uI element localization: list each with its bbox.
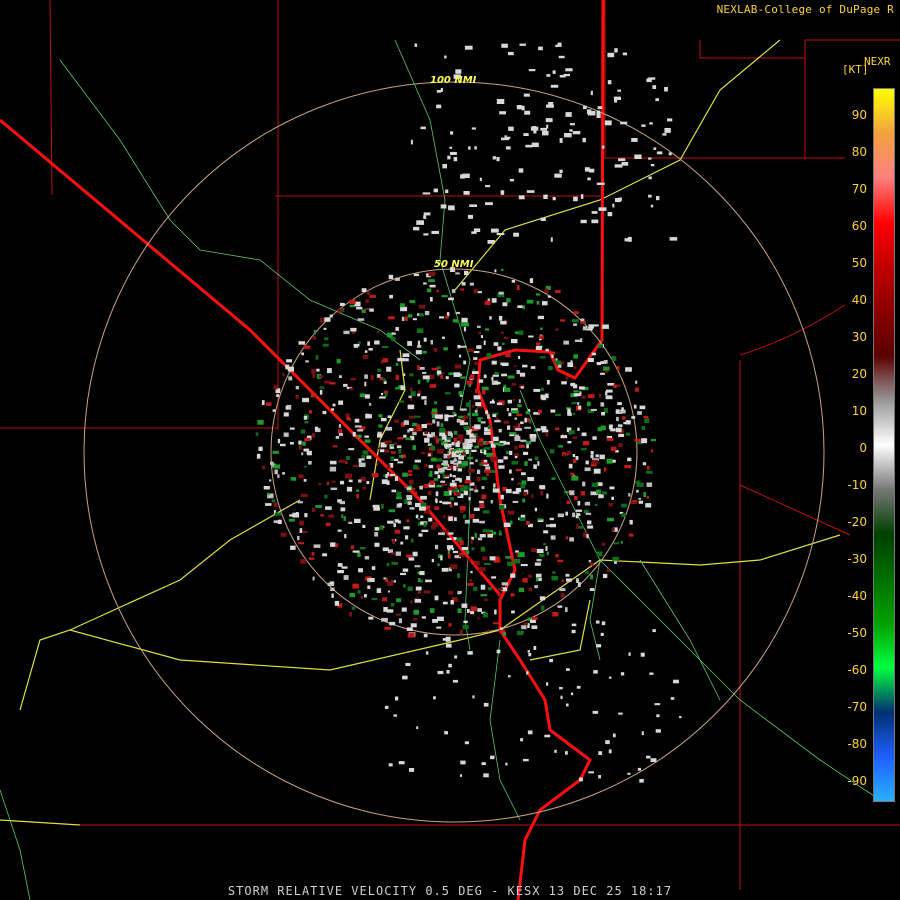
velocity-echoes [255,42,682,783]
color-scale-tick: 80 [851,145,867,159]
color-scale-tick: 20 [851,367,867,381]
color-scale-tick: -30 [847,552,867,566]
color-scale-tick: -90 [847,774,867,788]
color-scale-tick: -70 [847,700,867,714]
color-scale-tick: -50 [847,626,867,640]
color-scale-tick: -40 [847,589,867,603]
color-scale-bar [873,88,895,802]
color-scale-tick: -10 [847,478,867,492]
color-scale-tick: 10 [851,404,867,418]
radar-map-view: NEXLAB-College of DuPage R NEXR [KT] 100… [0,0,900,900]
color-scale-tick: 50 [851,256,867,270]
color-scale-tick: 0 [859,441,867,455]
color-scale-tick: 90 [851,108,867,122]
radar-map [0,0,900,900]
color-scale-tick: 40 [851,293,867,307]
unit-label: [KT] [842,63,869,76]
range-ring-label-outer: 100 NMI [430,75,477,86]
color-scale-tick: 30 [851,330,867,344]
credit-label: NEXLAB-College of DuPage R [716,3,894,16]
color-scale-tick: -60 [847,663,867,677]
color-scale-tick: 70 [851,182,867,196]
product-caption: STORM RELATIVE VELOCITY 0.5 DEG - KESX 1… [227,884,673,898]
color-scale-tick: 60 [851,219,867,233]
color-scale-tick: -20 [847,515,867,529]
state-border [0,0,605,900]
range-ring-label-inner: 50 NMI [434,259,474,270]
color-scale-tick: -80 [847,737,867,751]
